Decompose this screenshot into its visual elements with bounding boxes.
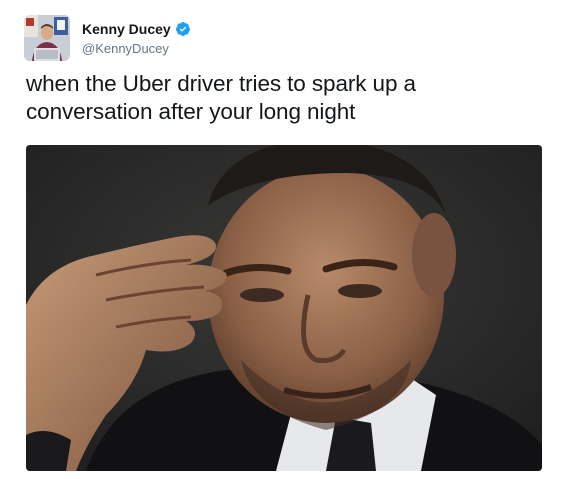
display-name[interactable]: Kenny Ducey — [82, 20, 171, 38]
avatar-image — [24, 15, 70, 61]
user-handle[interactable]: @KennyDucey — [82, 40, 191, 57]
user-avatar[interactable] — [24, 15, 70, 61]
user-names: Kenny Ducey @KennyDucey — [82, 20, 191, 57]
tweet-header: Kenny Ducey @KennyDucey — [24, 14, 191, 62]
display-name-row: Kenny Ducey — [82, 20, 191, 38]
tweet-text: when the Uber driver tries to spark up a… — [26, 71, 416, 124]
photo-image — [26, 145, 542, 471]
tweet-photo[interactable] — [26, 145, 542, 471]
tweet-card: Kenny Ducey @KennyDucey when the Uber dr… — [0, 0, 568, 479]
verified-badge-icon — [175, 21, 191, 37]
